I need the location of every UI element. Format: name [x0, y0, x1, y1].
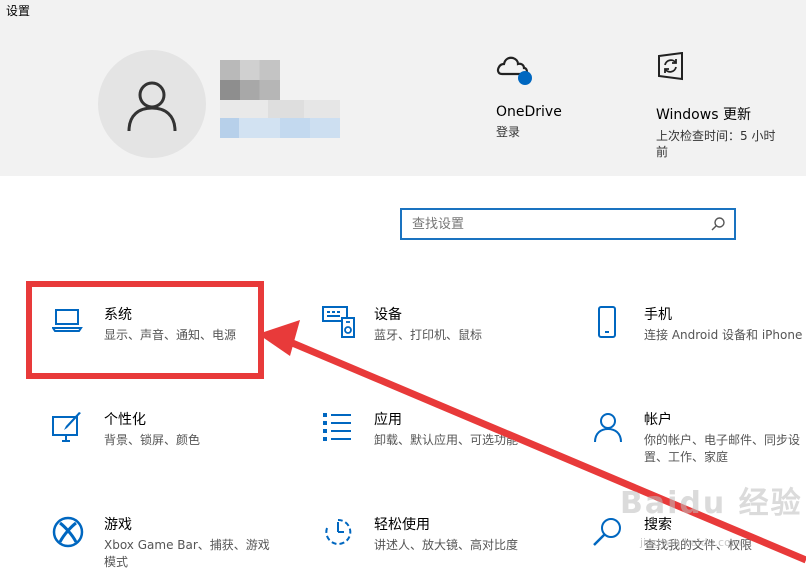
category-description: 背景、锁屏、颜色 — [104, 433, 201, 447]
category-description: Xbox Game Bar、捕获、游戏模式 — [104, 538, 270, 568]
phone-icon — [592, 306, 628, 342]
blurred-profile-link[interactable] — [220, 118, 340, 138]
blurred-profile-detail — [220, 100, 340, 118]
search-box[interactable] — [400, 208, 736, 240]
category-description: 蓝牙、打印机、鼠标 — [374, 328, 483, 342]
blurred-profile-name — [220, 80, 280, 100]
windows-update-icon — [656, 51, 786, 86]
category-description: 讲述人、放大镜、高对比度 — [374, 538, 519, 552]
annotation-highlight-box — [26, 281, 264, 379]
category-name: 设备 — [374, 307, 402, 323]
onedrive-title: OneDrive — [496, 104, 562, 120]
brush-icon — [52, 411, 88, 447]
magnifier-icon[interactable] — [710, 216, 726, 236]
search-input[interactable] — [402, 210, 702, 238]
apps-list-icon — [322, 411, 358, 447]
watermark-url: jingyan.baidu.com — [640, 536, 742, 549]
category-name: 应用 — [374, 412, 402, 428]
onedrive-subtitle[interactable]: 登录 — [496, 124, 562, 140]
windows-update-tile[interactable]: Windows 更新 上次检查时间：5 小时前 — [656, 51, 786, 160]
category-description: 连接 Android 设备和 iPhone — [644, 328, 803, 342]
onedrive-tile[interactable]: OneDrive 登录 — [496, 52, 562, 140]
watermark-logo: Baidu 经验 — [620, 486, 803, 521]
category-name: 游戏 — [104, 517, 132, 533]
xbox-icon — [52, 516, 88, 552]
keyboard-icon — [322, 306, 358, 342]
category-name: 帐户 — [644, 412, 672, 428]
category-name: 轻松使用 — [374, 517, 430, 533]
windows-update-title: Windows 更新 — [656, 107, 751, 123]
category-description: 卸载、默认应用、可选功能 — [374, 433, 519, 447]
avatar[interactable] — [98, 50, 206, 158]
person-icon — [592, 411, 628, 447]
onedrive-cloud-icon — [496, 52, 532, 88]
windows-update-subtitle: 上次检查时间：5 小时前 — [656, 129, 776, 159]
category-name: 手机 — [644, 307, 672, 323]
window-title: 设置 — [6, 4, 31, 18]
category-description: 你的帐户、电子邮件、同步设置、工作、家庭 — [644, 433, 801, 464]
user-avatar-icon — [127, 81, 177, 131]
category-name: 个性化 — [104, 412, 146, 428]
ease-of-access-icon — [322, 516, 358, 552]
